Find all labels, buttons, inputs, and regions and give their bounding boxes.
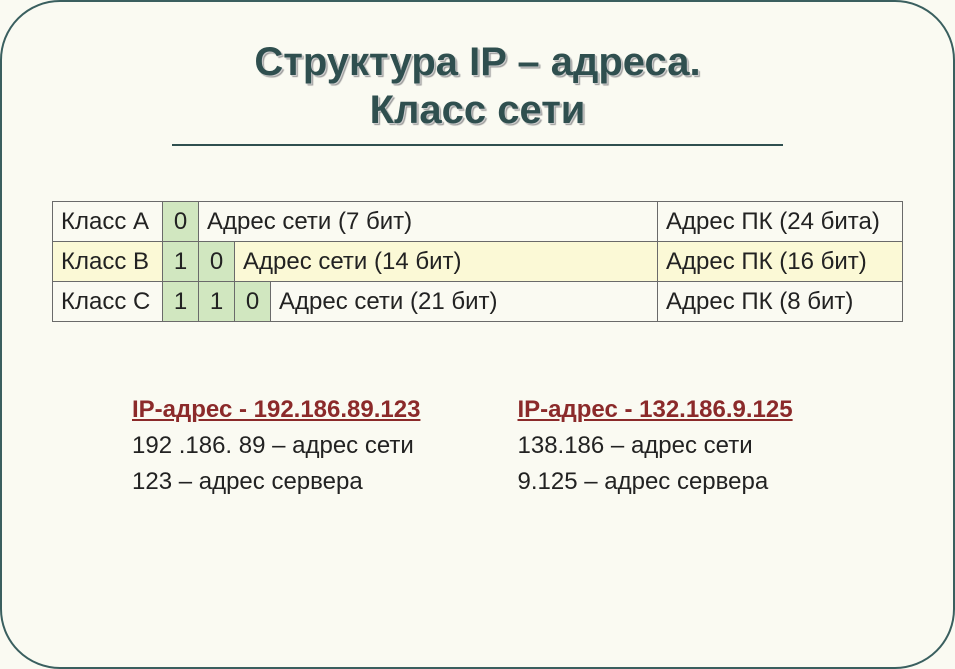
table-row-class-c: Класс С 1 1 0 Адрес сети (21 бит) Адрес … [53, 282, 903, 322]
title-block: Структура IP – адреса. Класс сети [52, 38, 903, 146]
cell-pc-a: Адрес ПК (24 бита) [658, 202, 903, 242]
cell-class-a: Класс А [53, 202, 163, 242]
ip-class-table: Класс А 0 Адрес сети (7 бит) Адрес ПК (2… [52, 201, 903, 322]
example-left-line-1: 192 .186. 89 – адрес сети [132, 428, 488, 464]
title-line-1: Структура IP – адреса. [52, 38, 903, 86]
cell-class-c: Класс С [53, 282, 163, 322]
cell-bit-a0: 0 [163, 202, 199, 242]
example-right: IP-адрес - 132.186.9.125 138.186 – адрес… [518, 392, 874, 500]
example-right-line-2: 9.125 – адрес сервера [518, 464, 874, 500]
slide-frame: Структура IP – адреса. Класс сети Класс … [0, 0, 955, 669]
example-left: IP-адрес - 192.186.89.123 192 .186. 89 –… [132, 392, 488, 500]
cell-bit-c1: 1 [199, 282, 235, 322]
cell-bit-b0: 1 [163, 242, 199, 282]
cell-net-c: Адрес сети (21 бит) [271, 282, 658, 322]
cell-bit-c0: 1 [163, 282, 199, 322]
cell-pc-b: Адрес ПК (16 бит) [658, 242, 903, 282]
cell-class-b: Класс В [53, 242, 163, 282]
table-row-class-b: Класс В 1 0 Адрес сети (14 бит) Адрес ПК… [53, 242, 903, 282]
cell-bit-c2: 0 [235, 282, 271, 322]
example-left-line-2: 123 – адрес сервера [132, 464, 488, 500]
title-underline [172, 144, 783, 146]
cell-bit-b1: 0 [199, 242, 235, 282]
example-right-line-1: 138.186 – адрес сети [518, 428, 874, 464]
title-line-2: Класс сети [52, 86, 903, 134]
table-row-class-a: Класс А 0 Адрес сети (7 бит) Адрес ПК (2… [53, 202, 903, 242]
cell-net-b: Адрес сети (14 бит) [235, 242, 658, 282]
cell-pc-c: Адрес ПК (8 бит) [658, 282, 903, 322]
example-left-head: IP-адрес - 192.186.89.123 [132, 392, 488, 428]
example-right-head: IP-адрес - 132.186.9.125 [518, 392, 874, 428]
examples-row: IP-адрес - 192.186.89.123 192 .186. 89 –… [52, 392, 903, 500]
cell-net-a: Адрес сети (7 бит) [199, 202, 658, 242]
